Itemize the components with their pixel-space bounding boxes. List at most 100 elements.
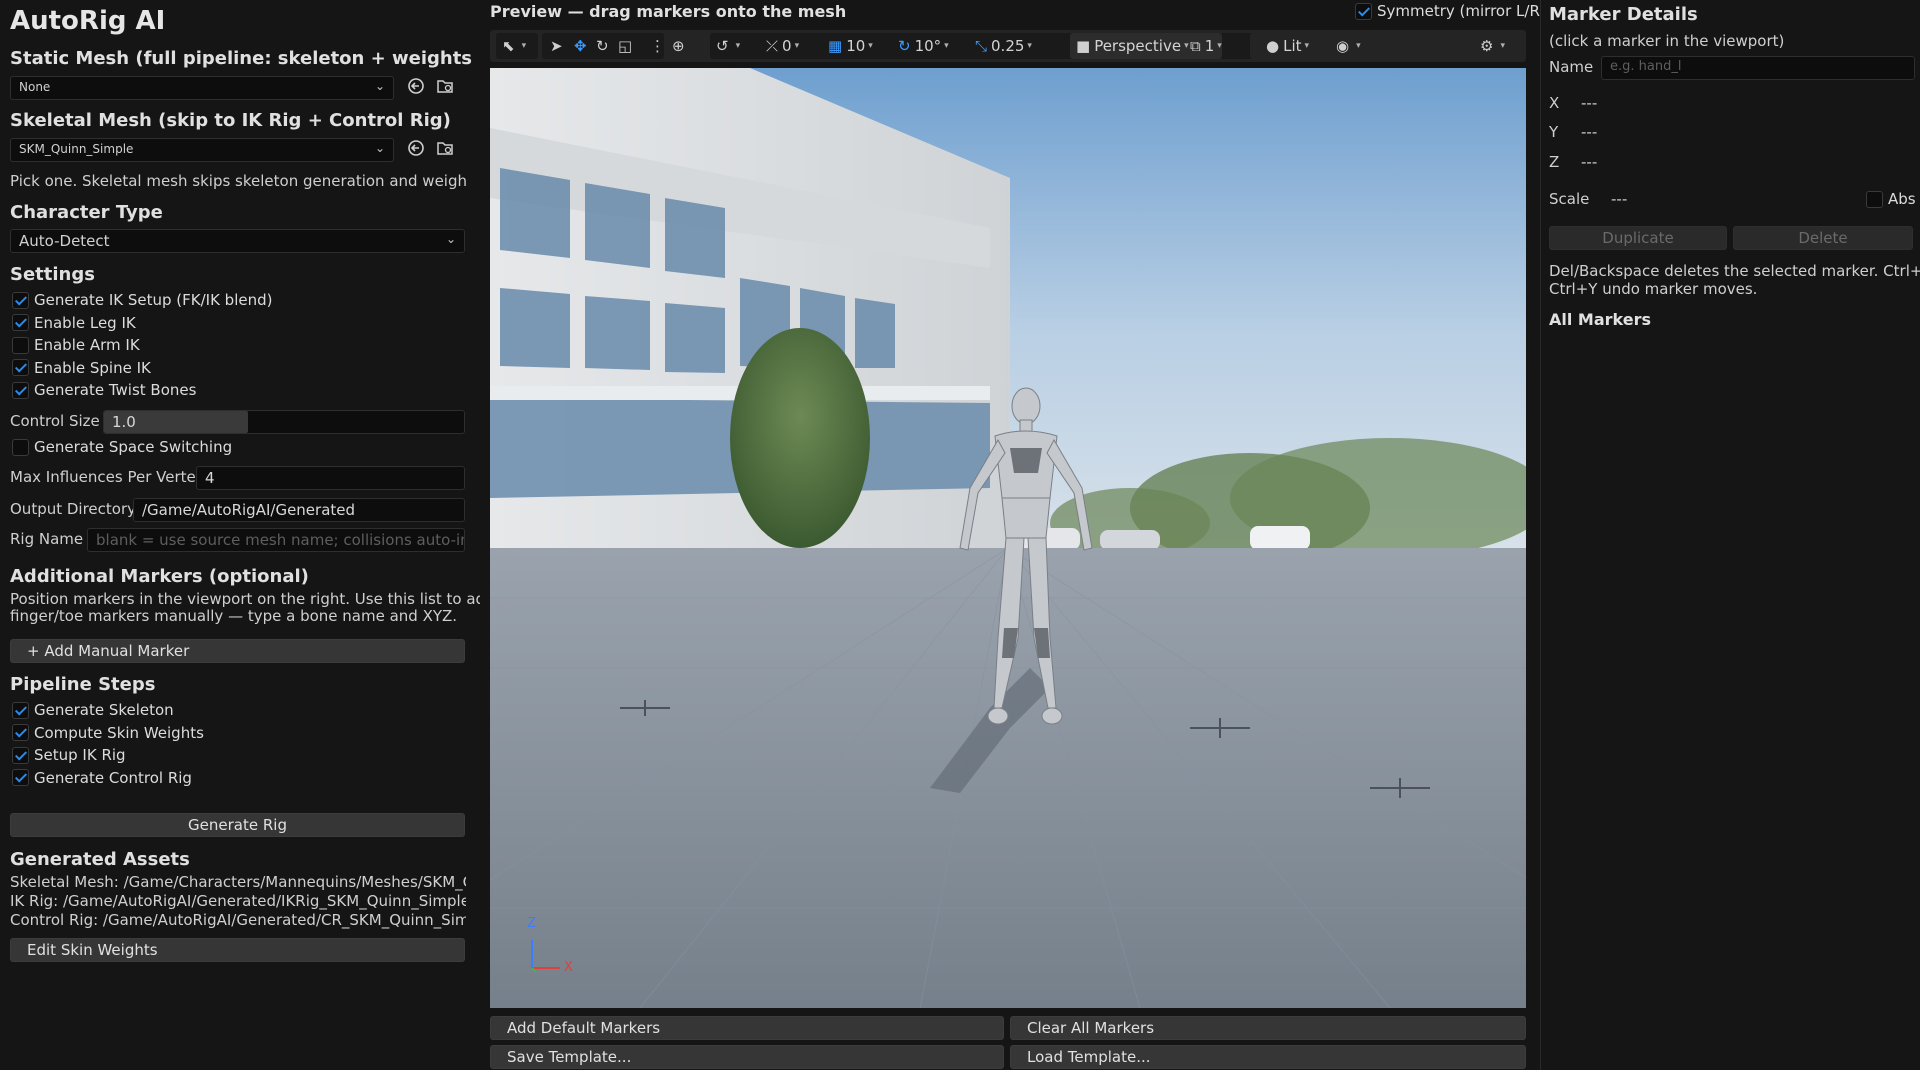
abs-checkbox[interactable]: Abs [1866,190,1916,208]
output-dir-input[interactable]: /Game/AutoRigAI/Generated [133,498,465,522]
checkbox-box[interactable] [12,438,29,456]
view-mode-value: Perspective [1094,37,1182,55]
save-template-button[interactable]: Save Template... [490,1045,1004,1069]
rotate-snap-dropdown[interactable]: ⤫ 0 ▾ [766,35,799,57]
character-type-select[interactable]: Auto-Detect ⌄ [10,229,465,253]
checkbox-label: Abs [1888,190,1916,208]
marker-z-label: Z [1549,153,1560,171]
checkbox-enable-spine-ik[interactable]: Enable Spine IK [12,358,151,378]
add-default-markers-button[interactable]: Add Default Markers [490,1016,1004,1040]
control-size-slider[interactable]: 1.0 [103,410,465,434]
surface-snap-dropdown[interactable]: ↺ ▾ [716,35,740,57]
static-mesh-select[interactable]: None ⌄ [10,76,394,100]
viewport-toolbar: ⬉ ▾ ➤ ✥ ↻ ◱ ⋮ ⊕ ↺ ▾ ⤫ 0 ▾ ▦ 10 ▾ ↻ 10° ▾… [490,30,1526,62]
show-dropdown[interactable]: ◉ ▾ [1336,35,1361,57]
scale-snap-value: 0.25 [991,37,1025,55]
checkbox-setup-ik-rig[interactable]: Setup IK Rig [12,745,126,765]
marker-name-input[interactable]: e.g. hand_l [1601,56,1915,80]
select-mode-dropdown[interactable]: ⬉ ▾ [502,35,526,57]
checkbox-generate-control-rig[interactable]: Generate Control Rig [12,768,192,788]
world-space-button[interactable]: ⊕ [672,35,689,57]
globe-icon: ⊕ [672,37,685,55]
scale-snap-dropdown[interactable]: ⤡ 0.25 ▾ [975,35,1032,57]
layout-dropdown[interactable]: ⧉ 1 ▾ [1190,35,1222,57]
checkbox-box[interactable] [12,769,29,786]
additional-markers-desc-2: finger/toe markers manually — type a bon… [10,607,458,625]
checkbox-label: Compute Skin Weights [34,723,204,742]
marker-y-value[interactable]: --- [1581,123,1597,141]
rig-name-input[interactable]: blank = use source mesh name; collisions… [87,528,465,552]
load-template-button[interactable]: Load Template... [1010,1045,1526,1069]
checkbox-enable-leg-ik[interactable]: Enable Leg IK [12,313,136,333]
browse-arrow-icon[interactable] [405,77,427,99]
settings-icon: ⚙ [1480,37,1494,55]
select-tool-button[interactable]: ➤ [550,35,567,57]
marker-z-value[interactable]: --- [1581,153,1597,171]
translate-tool-button[interactable]: ✥ [574,35,591,57]
checkbox-box[interactable] [12,746,29,764]
checkbox-box[interactable] [1355,2,1372,20]
generated-ik-rig-path: IK Rig: /Game/AutoRigAI/Generated/IKRig_… [10,892,466,910]
browse-folder-icon[interactable] [434,77,456,99]
rotate-tool-button[interactable]: ↻ [596,35,613,57]
add-manual-marker-button[interactable]: + Add Manual Marker [10,639,465,663]
checkbox-generate-ik-setup-fk-ik-blend[interactable]: Generate IK Setup (FK/IK blend) [12,290,272,310]
control-size-label: Control Size [10,412,100,430]
checkbox-label: Generate Control Rig [34,768,192,787]
marker-help-1: Del/Backspace deletes the selected marke… [1549,262,1920,280]
checkbox-generate-twist-bones[interactable]: Generate Twist Bones [12,380,196,400]
viewport-settings-dropdown[interactable]: ⚙ ▾ [1480,35,1505,57]
preview-title: Preview — drag markers onto the mesh [490,2,847,21]
kebab-icon: ⋮ [650,37,665,55]
browse-arrow-icon[interactable] [405,139,427,161]
scale-tool-button[interactable]: ◱ [618,35,636,57]
static-mesh-value: None [19,80,51,94]
lighting-dropdown[interactable]: ● Lit ▾ [1266,35,1309,57]
checkbox-box[interactable] [12,381,29,399]
scale-snap-icon: ⤡ [975,37,988,55]
checkbox-label: Enable Arm IK [34,336,140,354]
checkbox-enable-arm-ik[interactable]: Enable Arm IK [12,335,140,355]
cursor-icon: ⬉ [502,37,515,55]
checkbox-box[interactable] [1866,190,1883,208]
marker-scale-value[interactable]: --- [1611,190,1627,208]
checkbox-box[interactable] [12,701,29,719]
checkbox-label: Generate Skeleton [34,701,174,719]
checkbox-generate-skeleton[interactable]: Generate Skeleton [12,700,174,720]
marker-x-value[interactable]: --- [1581,94,1597,112]
grid-snap-value: 10 [846,37,866,55]
checkbox-box[interactable] [12,314,29,331]
checkbox-box[interactable] [12,336,29,354]
max-influences-input[interactable]: 4 [196,466,465,490]
checkbox-box[interactable] [12,724,29,741]
duplicate-marker-button[interactable]: Duplicate [1549,226,1727,250]
rig-settings-panel: AutoRig AI Static Mesh (full pipeline: s… [0,0,536,1070]
lit-sphere-icon: ● [1266,37,1280,55]
rig-name-label: Rig Name [10,530,84,548]
checkbox-compute-skin-weights[interactable]: Compute Skin Weights [12,723,204,743]
additional-markers-heading: Additional Markers (optional) [10,566,309,587]
preview-panel: Preview — drag markers onto the mesh Sym… [480,0,1546,1070]
checkbox-box[interactable] [12,291,29,309]
delete-marker-button[interactable]: Delete [1733,226,1913,250]
checkbox-box[interactable] [12,359,29,376]
view-mode-dropdown[interactable]: ■ Perspective ▾ [1076,35,1189,57]
space-switching-checkbox[interactable]: Generate Space Switching [12,437,232,457]
symmetry-checkbox[interactable]: Symmetry (mirror L/R) [1355,2,1546,20]
generate-rig-button[interactable]: Generate Rig [10,813,465,837]
checkbox-label: Enable Leg IK [34,313,136,332]
skeletal-mesh-note: Pick one. Skeletal mesh skips skeleton g… [10,172,466,190]
3d-viewport[interactable]: Z X [490,68,1526,1008]
edit-skin-weights-button[interactable]: Edit Skin Weights [10,938,465,962]
clear-all-markers-button[interactable]: Clear All Markers [1010,1016,1526,1040]
pointer-icon: ➤ [550,37,563,55]
grid-snap-dropdown[interactable]: ▦ 10 ▾ [828,35,873,57]
rotate-icon: ↻ [596,37,609,55]
more-options-button[interactable]: ⋮ [650,35,669,57]
skeletal-mesh-select[interactable]: SKM_Quinn_Simple ⌄ [10,138,394,162]
browse-folder-icon[interactable] [434,139,456,161]
angle-snap-dropdown[interactable]: ↻ 10° ▾ [898,35,949,57]
grid-icon: ▦ [828,37,843,55]
checkbox-label: Setup IK Rig [34,746,126,764]
marker-details-panel: Marker Details (click a marker in the vi… [1540,0,1920,1070]
